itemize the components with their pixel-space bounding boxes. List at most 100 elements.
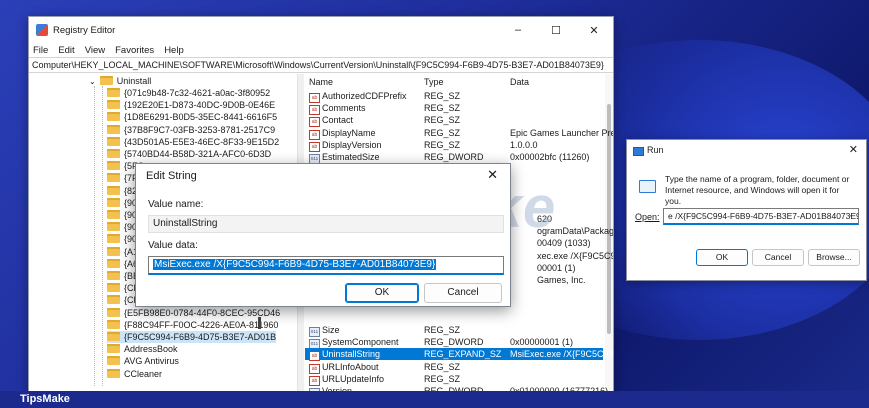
value-data: 0x00002bfc (11260) xyxy=(510,152,590,162)
tree-item-label: {5740BD44-B58D-321A-AFC0-6D3D xyxy=(124,149,272,159)
value-type: REG_SZ xyxy=(424,103,461,114)
value-data-partial: Games, Inc. xyxy=(537,275,586,285)
tree-item[interactable]: {071c9b48-7c32-4621-a0ac-3f80952 xyxy=(107,87,270,99)
folder-icon xyxy=(107,246,120,256)
tree-item-label: {071c9b48-7c32-4621-a0ac-3f80952 xyxy=(124,88,271,98)
cancel-button[interactable]: Cancel xyxy=(424,283,502,303)
ok-button[interactable]: OK xyxy=(345,283,419,303)
tree-item-selected[interactable]: {F9C5C994-F6B9-4D75-B3E7-AD01B xyxy=(107,331,277,343)
titlebar[interactable]: Registry Editor – ☐ ✕ xyxy=(29,17,613,43)
folder-icon xyxy=(107,271,120,280)
value-row[interactable]: ab URLInfoAbout REG_SZ xyxy=(305,361,603,374)
tree-item-label: CCleaner xyxy=(124,368,163,379)
tree-item[interactable]: {1D8E6291-B0D5-35EC-8441-6616F5 xyxy=(107,111,277,123)
menu-favorites[interactable]: Favorites xyxy=(115,45,154,56)
value-name: DisplayVersion xyxy=(322,139,382,150)
value-name-field[interactable]: UninstallString xyxy=(148,215,504,233)
value-row[interactable]: ab AuthorizedCDFPrefix REG_SZ xyxy=(305,90,603,103)
menu-view[interactable]: View xyxy=(85,45,105,56)
value-name: Size xyxy=(322,325,340,335)
value-type: REG_SZ xyxy=(424,127,461,138)
tree-item[interactable]: AddressBook xyxy=(107,343,178,355)
value-row[interactable]: ab Comments REG_SZ xyxy=(305,102,603,116)
folder-icon xyxy=(107,356,120,366)
column-type-header[interactable]: Type xyxy=(424,75,444,89)
tree-item[interactable]: {E5FB98E0-0784-44F0-8CEC-95CD46 xyxy=(107,307,280,319)
value-type: REG_SZ xyxy=(424,373,461,384)
value-type: REG_SZ xyxy=(424,325,461,335)
folder-icon xyxy=(107,136,120,146)
value-data-partial: 00001 (1) xyxy=(537,262,576,273)
column-name-header[interactable]: Name xyxy=(309,75,333,89)
value-data: 1.0.0.0 xyxy=(510,139,538,150)
value-name: EstimatedSize xyxy=(322,152,380,162)
value-row-selected[interactable]: ab UninstallString REG_EXPAND_SZ MsiExec.ex… xyxy=(305,348,613,362)
edit-string-dialog: Edit String ✕ Value name: UninstallStrin… xyxy=(135,163,511,307)
value-row[interactable]: ab DisplayName REG_SZ Epic Games Launcher P… xyxy=(305,127,613,140)
tree-scrollbar-thumb[interactable] xyxy=(258,317,261,329)
run-dialog: Run ✕ Type the name of a program, folder… xyxy=(626,139,867,281)
close-button[interactable]: ✕ xyxy=(575,17,613,43)
value-name: UninstallString xyxy=(322,349,381,360)
open-input[interactable]: e /X{F9C5C994-F6B9-4D75-B3E7-AD01B84073E… xyxy=(663,208,859,225)
tree-item[interactable]: {F88C94FF-F0OC-4226-AE0A-811960 xyxy=(107,319,278,331)
value-type: REG_SZ xyxy=(424,139,461,150)
tree-item-label: {43D501A5-E5E3-46EC-8F33-9E15D2 xyxy=(124,136,280,147)
value-type: REG_EXPAND_SZ xyxy=(424,349,502,360)
value-row[interactable]: ab DisplayVersion REG_SZ 1.0.0.0 xyxy=(305,139,603,152)
minimize-button[interactable]: – xyxy=(499,17,537,43)
run-browse-button[interactable]: Browse... xyxy=(808,249,860,266)
value-row[interactable]: 011 EstimatedSize REG_DWORD 0x00002bfc (112… xyxy=(305,151,603,164)
value-row[interactable]: 011 Size REG_SZ xyxy=(305,324,603,337)
open-label: Open: xyxy=(635,212,660,222)
value-row[interactable]: 011 SystemComponent REG_DWORD 0x00000001 (1… xyxy=(305,336,603,350)
folder-icon xyxy=(99,76,113,85)
folder-icon xyxy=(107,319,120,329)
chevron-down-icon[interactable]: ⌄ xyxy=(848,210,855,219)
folder-icon xyxy=(107,307,120,317)
run-icon xyxy=(633,147,644,156)
tree-item-label: {F88C94FF-F0OC-4226-AE0A-811960 xyxy=(124,319,279,330)
folder-icon xyxy=(107,197,120,207)
folder-icon xyxy=(107,295,120,305)
value-data: 0x00000001 (1) xyxy=(510,337,574,348)
tree-item-uninstall[interactable]: ⌄ Uninstall xyxy=(89,75,151,87)
tree-item[interactable]: {43D501A5-E5E3-46EC-8F33-9E15D2 xyxy=(107,136,279,148)
run-ok-button[interactable]: OK xyxy=(696,249,748,266)
run-cancel-button[interactable]: Cancel xyxy=(752,249,804,266)
value-name: Comments xyxy=(322,103,366,114)
tree-item[interactable]: {37B8F9C7-03FB-3253-8781-2517C9 xyxy=(107,124,275,136)
dialog-close-button[interactable]: ✕ xyxy=(487,167,498,183)
run-description: Type the name of a program, folder, docu… xyxy=(665,174,850,206)
tree-item[interactable]: {5740BD44-B58D-321A-AFC0-6D3D xyxy=(107,148,271,160)
tree-item[interactable]: CCleaner xyxy=(107,368,162,380)
value-name: SystemComponent xyxy=(322,337,399,348)
menu-bar: File Edit View Favorites Help xyxy=(29,43,613,57)
value-data-field[interactable]: MsiExec.exe /X{F9C5C994-F6B9-4D75-B3E7-A… xyxy=(148,256,504,275)
folder-icon xyxy=(107,283,120,293)
chevron-down-icon[interactable]: ⌄ xyxy=(89,77,96,86)
address-bar[interactable]: Computer\HEKY_LOCAL_MACHINE\SOFTWARE\Mic… xyxy=(29,57,613,73)
folder-icon xyxy=(107,222,120,232)
menu-file[interactable]: File xyxy=(33,45,48,56)
menu-help[interactable]: Help xyxy=(164,45,184,56)
tree-item-label: {37B8F9C7-03FB-3253-8781-2517C9 xyxy=(124,124,276,135)
registry-editor-icon xyxy=(36,24,48,36)
tree-item[interactable]: {192E20E1-D873-40DC-9D0B-0E46E xyxy=(107,99,275,111)
tree-item[interactable]: AVG Antivirus xyxy=(107,355,179,367)
tree-item-label: {E5FB98E0-0784-44F0-8CEC-95CD46 xyxy=(124,307,281,318)
value-row[interactable]: ab Contact REG_SZ xyxy=(305,114,603,128)
footer-bar: TipsMake xyxy=(0,391,869,408)
maximize-button[interactable]: ☐ xyxy=(537,17,575,43)
value-data-partial: xec.exe /X{F9C5C994-F6B9 xyxy=(537,250,613,261)
folder-icon xyxy=(107,161,120,171)
value-data-text: MsiExec.exe /X{F9C5C994-F6B9-4D75-B3E7-A… xyxy=(153,259,437,270)
menu-edit[interactable]: Edit xyxy=(58,45,74,56)
value-name: DisplayName xyxy=(322,127,376,138)
run-close-button[interactable]: ✕ xyxy=(849,143,858,156)
folder-icon xyxy=(107,100,120,110)
footer-brand: TipsMake xyxy=(20,393,70,405)
value-row[interactable]: ab URLUpdateInfo REG_SZ xyxy=(305,373,603,386)
column-data-header[interactable]: Data xyxy=(510,75,529,89)
tree-item-label: {1D8E6291-B0D5-35EC-8441-6616F5 xyxy=(124,112,278,123)
